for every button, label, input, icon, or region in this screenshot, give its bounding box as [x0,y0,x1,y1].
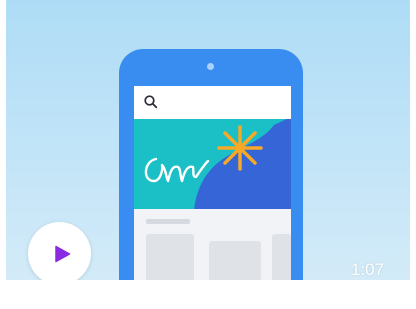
placeholder-heading-line [146,219,190,224]
play-icon [54,245,70,262]
handwriting-signature [144,157,210,183]
placeholder-tile [146,234,194,280]
sparkle-icon [217,125,263,171]
video-thumbnail-card[interactable]: 1:07 [6,0,410,280]
phone-content-placeholder [134,209,291,280]
placeholder-tile [272,234,291,280]
placeholder-tile [209,241,261,280]
video-duration: 1:07 [351,260,385,279]
play-button[interactable] [28,222,91,280]
phone-illustration [119,49,303,280]
phone-banner-image [134,119,291,209]
banner-blue-blob [194,119,291,209]
phone-search-bar [134,86,291,119]
phone-camera-dot [207,63,214,70]
search-icon [144,95,158,109]
card-bottom-spacer [0,280,416,309]
